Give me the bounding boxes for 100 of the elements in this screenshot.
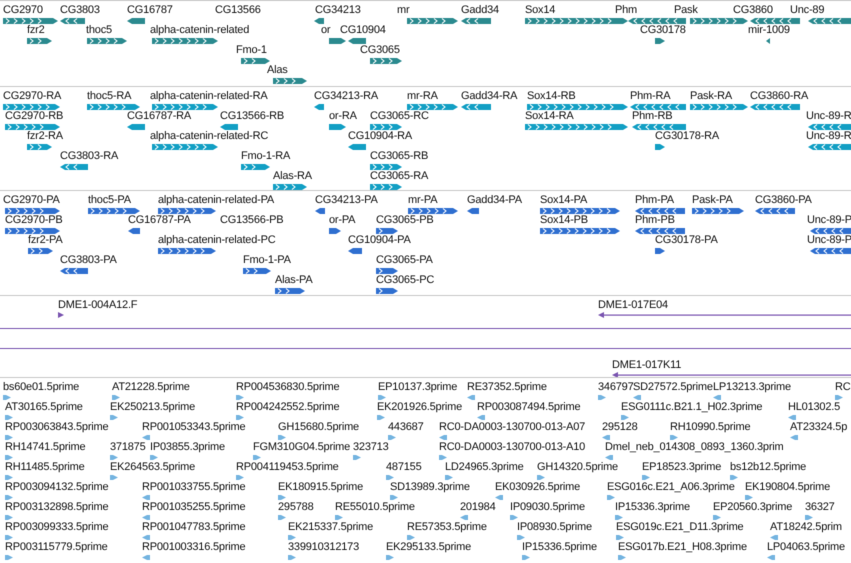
feature-arrow[interactable] xyxy=(607,495,615,500)
feature-arrow[interactable] xyxy=(810,228,851,234)
feature-arrow[interactable] xyxy=(253,455,261,460)
feature-arrow[interactable] xyxy=(598,395,606,400)
feature-arrow[interactable] xyxy=(110,475,118,480)
feature-arrow[interactable] xyxy=(60,268,88,274)
feature-arrow[interactable] xyxy=(241,58,270,64)
feature-arrow[interactable] xyxy=(5,124,60,130)
feature-arrow[interactable] xyxy=(755,208,795,214)
feature-arrow[interactable] xyxy=(28,248,53,254)
feature-arrow[interactable] xyxy=(628,18,686,24)
feature-arrow[interactable] xyxy=(439,435,447,440)
feature-arrow[interactable] xyxy=(335,515,343,520)
feature-arrow[interactable] xyxy=(236,395,244,400)
feature-arrow[interactable] xyxy=(315,208,325,214)
feature-arrow[interactable] xyxy=(5,228,60,234)
feature-arrow[interactable] xyxy=(5,435,13,440)
feature-arrow[interactable] xyxy=(770,535,778,540)
feature-arrow[interactable] xyxy=(632,124,686,130)
feature-arrow[interactable] xyxy=(388,435,396,440)
feature-arrow[interactable] xyxy=(655,144,665,150)
feature-arrow[interactable] xyxy=(618,555,626,560)
feature-arrow[interactable] xyxy=(540,228,620,234)
feature-arrow[interactable] xyxy=(407,104,458,110)
feature-arrow[interactable] xyxy=(275,288,305,294)
feature-arrow[interactable] xyxy=(808,144,851,150)
feature-arrow[interactable] xyxy=(5,515,13,520)
feature-arrow[interactable] xyxy=(5,535,13,540)
feature-arrow[interactable] xyxy=(87,104,140,110)
feature-arrow[interactable] xyxy=(615,515,623,520)
feature-arrow[interactable] xyxy=(142,435,150,440)
feature-arrow[interactable] xyxy=(445,475,453,480)
feature-arrow[interactable] xyxy=(467,208,479,214)
feature-arrow[interactable] xyxy=(537,475,545,480)
feature-arrow[interactable] xyxy=(370,124,402,130)
feature-arrow[interactable] xyxy=(236,475,244,480)
feature-arrow[interactable] xyxy=(376,228,398,234)
feature-arrow[interactable] xyxy=(630,104,686,110)
feature-arrow[interactable] xyxy=(621,415,629,420)
feature-arrow[interactable] xyxy=(152,144,218,150)
feature-arrow[interactable] xyxy=(467,395,475,400)
feature-arrow[interactable] xyxy=(5,555,13,560)
feature-arrow[interactable] xyxy=(152,38,218,44)
feature-arrow[interactable] xyxy=(378,395,386,400)
feature-arrow[interactable] xyxy=(27,38,52,44)
feature-arrow[interactable] xyxy=(377,415,385,420)
feature-arrow[interactable] xyxy=(805,515,813,520)
feature-arrow[interactable] xyxy=(766,38,770,44)
feature-arrow[interactable] xyxy=(314,104,324,110)
feature-arrow[interactable] xyxy=(808,124,851,130)
feature-arrow[interactable] xyxy=(329,38,346,44)
feature-arrow[interactable] xyxy=(602,435,610,440)
feature-arrow[interactable] xyxy=(605,455,613,460)
feature-arrow[interactable] xyxy=(220,124,238,130)
clone-arrow[interactable] xyxy=(598,312,851,318)
feature-arrow[interactable] xyxy=(3,395,11,400)
feature-arrow[interactable] xyxy=(241,164,270,170)
feature-arrow[interactable] xyxy=(655,38,665,44)
feature-arrow[interactable] xyxy=(5,475,13,480)
feature-arrow[interactable] xyxy=(158,248,216,254)
feature-arrow[interactable] xyxy=(788,415,796,420)
feature-arrow[interactable] xyxy=(152,104,218,110)
feature-arrow[interactable] xyxy=(460,515,468,520)
feature-arrow[interactable] xyxy=(386,555,394,560)
feature-arrow[interactable] xyxy=(370,164,402,170)
feature-arrow[interactable] xyxy=(370,184,402,190)
feature-arrow[interactable] xyxy=(790,435,798,440)
feature-arrow[interactable] xyxy=(112,395,120,400)
feature-arrow[interactable] xyxy=(127,124,145,130)
feature-arrow[interactable] xyxy=(810,248,851,254)
feature-arrow[interactable] xyxy=(142,535,150,540)
feature-arrow[interactable] xyxy=(692,208,744,214)
feature-arrow[interactable] xyxy=(142,495,150,500)
feature-arrow[interactable] xyxy=(5,455,13,460)
feature-arrow[interactable] xyxy=(376,288,398,294)
feature-arrow[interactable] xyxy=(808,18,851,24)
feature-arrow[interactable] xyxy=(329,228,341,234)
clone-arrow[interactable] xyxy=(58,312,64,318)
feature-arrow[interactable] xyxy=(60,164,88,170)
feature-arrow[interactable] xyxy=(87,38,127,44)
feature-arrow[interactable] xyxy=(158,208,216,214)
feature-arrow[interactable] xyxy=(273,78,307,84)
feature-arrow[interactable] xyxy=(128,228,140,234)
feature-arrow[interactable] xyxy=(243,268,271,274)
feature-arrow[interactable] xyxy=(5,495,13,500)
feature-arrow[interactable] xyxy=(314,18,324,24)
feature-arrow[interactable] xyxy=(370,58,402,64)
feature-arrow[interactable] xyxy=(835,395,843,400)
feature-arrow[interactable] xyxy=(407,18,458,24)
feature-arrow[interactable] xyxy=(348,144,366,150)
feature-arrow[interactable] xyxy=(713,515,721,520)
feature-arrow[interactable] xyxy=(5,208,60,214)
feature-arrow[interactable] xyxy=(376,268,398,274)
feature-arrow[interactable] xyxy=(288,535,296,540)
feature-arrow[interactable] xyxy=(635,228,685,234)
feature-arrow[interactable] xyxy=(540,208,620,214)
feature-arrow[interactable] xyxy=(408,208,458,214)
feature-arrow[interactable] xyxy=(127,18,145,24)
feature-arrow[interactable] xyxy=(278,515,286,520)
feature-arrow[interactable] xyxy=(236,415,244,420)
